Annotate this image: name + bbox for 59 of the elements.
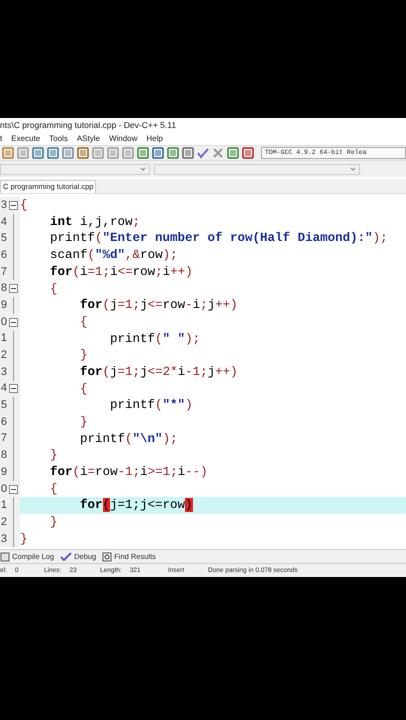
code-line: } (49, 516, 58, 529)
check-icon (60, 552, 72, 562)
menu-item[interactable]: Execute (11, 132, 40, 144)
fold-icon[interactable] (9, 384, 18, 394)
code-line: for(j=1;j<=row) (79, 499, 193, 512)
menu-item[interactable]: Window (108, 132, 138, 144)
code-line: printf("*") (109, 399, 193, 412)
code-line: for(j=1;j<=row-i;j++) (79, 299, 238, 312)
line-number: 3 (0, 366, 7, 378)
window-title: nts\C programming tutorial.cpp - Dev-C++ 5.11 (0, 118, 176, 132)
fold-icon[interactable] (9, 484, 18, 494)
code-line: for(i=row-1;i>=1;i--) (49, 466, 208, 479)
code-line: { (79, 382, 88, 396)
code-line: scanf("%d",&row); (49, 249, 178, 262)
menu-item[interactable]: AStyle (76, 132, 100, 144)
menu-item[interactable]: Help (146, 132, 163, 144)
menu-item[interactable]: Tools (49, 132, 68, 144)
line-number: 7 (0, 266, 7, 278)
line-number: 0 (0, 316, 7, 328)
line-number: 2 (0, 516, 7, 528)
code-line: { (49, 282, 58, 296)
code-line: } (49, 449, 58, 462)
code-line: { (79, 316, 88, 328)
line-number: 6 (0, 416, 7, 428)
line-number: 3 (0, 200, 7, 211)
code-line: printf("Enter number of row(Half Diamond):"); (49, 232, 388, 245)
line-number: 1 (0, 333, 7, 344)
code-line: { (20, 199, 28, 212)
line-number: 9 (0, 300, 7, 311)
fold-icon[interactable] (9, 200, 18, 210)
line-number: 4 (0, 216, 7, 228)
line-number: 9 (0, 466, 7, 478)
line-number: 3 (0, 534, 7, 545)
find-icon (102, 552, 112, 562)
code-line: for(j=1;j<=2*i-1;j++) (79, 366, 238, 378)
line-number: 5 (0, 233, 7, 244)
line-number: 2 (0, 350, 7, 362)
line-number: 8 (0, 450, 7, 462)
line-number: 0 (0, 484, 7, 495)
menu-item[interactable]: t (0, 132, 2, 144)
line-number: 5 (0, 400, 7, 412)
code-line: } (79, 349, 88, 362)
fold-icon[interactable] (9, 284, 18, 294)
code-line: printf("\n"); (79, 432, 178, 446)
fold-icon[interactable] (9, 318, 18, 327)
line-number: 8 (0, 283, 7, 294)
line-number: 7 (0, 433, 7, 444)
code-line: } (79, 416, 88, 429)
check-icon[interactable] (197, 147, 209, 159)
code-line: } (20, 532, 28, 546)
line-number: 1 (0, 500, 7, 512)
log-icon (0, 552, 10, 562)
close-icon[interactable] (212, 147, 224, 159)
line-number: 4 (0, 383, 7, 394)
code-line: printf(" "); (109, 332, 200, 346)
code-line: for(i=1;i<=row;i++) (49, 266, 193, 278)
code-line: { (49, 482, 58, 496)
line-number: 6 (0, 250, 7, 261)
code-line: int i,j,row; (49, 216, 140, 228)
